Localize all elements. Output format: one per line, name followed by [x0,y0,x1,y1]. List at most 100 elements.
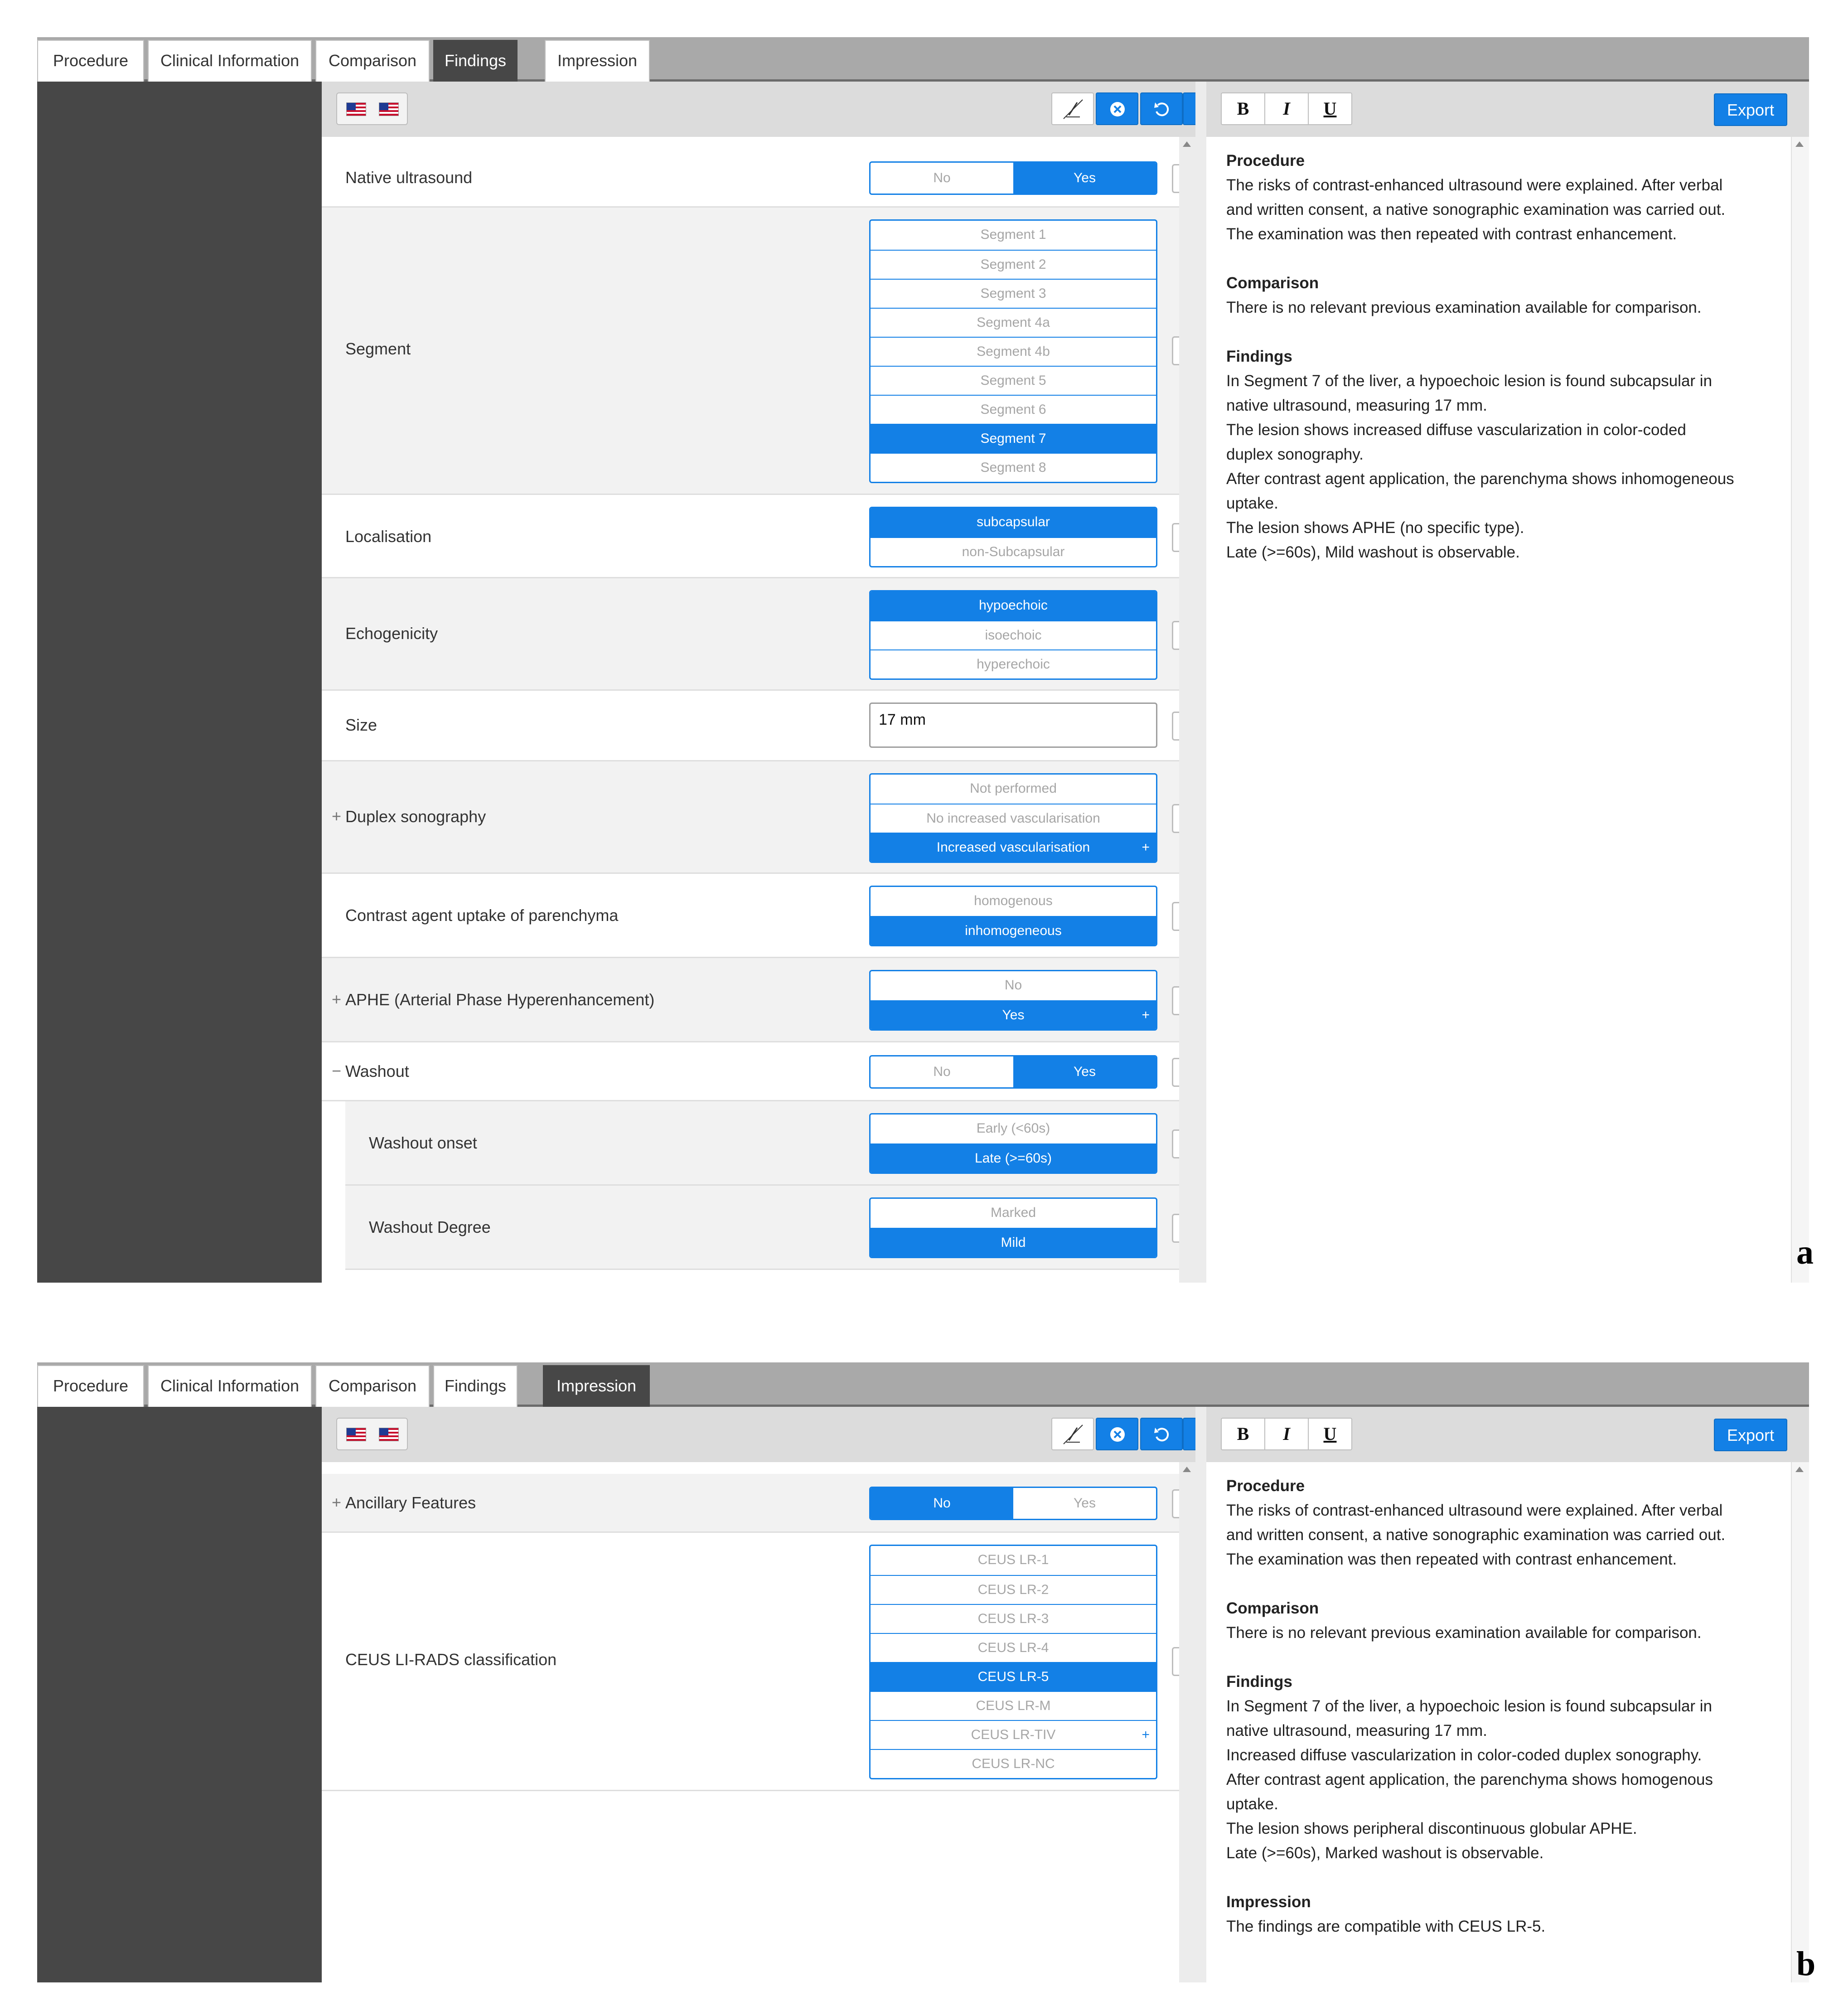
tab-findings[interactable]: Findings [433,40,518,82]
export-button[interactable]: Export [1714,93,1787,126]
us-flag-icon[interactable] [346,102,366,116]
option-isoechoic[interactable]: isoechoic [871,620,1156,649]
us-flag-icon[interactable] [379,1428,399,1441]
option-segment-4a[interactable]: Segment 4a [871,308,1156,337]
option-segment-3[interactable]: Segment 3 [871,279,1156,308]
bold-button[interactable]: B [1222,93,1264,124]
expand-toggle[interactable]: + [332,807,341,826]
scroll-up-icon[interactable] [1183,1467,1191,1472]
italic-button[interactable]: I [1264,1419,1308,1449]
localisation-options[interactable]: subcapsular non-Subcapsular [869,507,1157,567]
clear-button[interactable] [1096,1418,1138,1450]
echogenicity-options[interactable]: hypoechoic isoechoic hyperechoic [869,590,1157,680]
aphe-options[interactable]: No Yes + [869,970,1157,1031]
report-text[interactable]: Procedure The risks of contrast-enhanced … [1226,149,1775,589]
pane-divider[interactable] [1195,1407,1206,1982]
option-segment-5[interactable]: Segment 5 [871,366,1156,395]
option-lr-4[interactable]: CEUS LR-4 [871,1633,1156,1662]
underline-button[interactable]: U [1308,1419,1351,1449]
washout-onset-options[interactable]: Early (<60s) Late (>=60s) [869,1113,1157,1174]
scroll-up-icon[interactable] [1183,141,1191,147]
option-segment-4b[interactable]: Segment 4b [871,337,1156,366]
tab-comparison[interactable]: Comparison [315,1365,430,1407]
language-selector[interactable] [336,1418,408,1450]
option-yes[interactable]: Yes [1013,163,1156,194]
report-text-editor[interactable]: Procedure The risks of contrast-enhanced … [1206,137,1809,1283]
option-inhomogeneous[interactable]: inhomogeneous [871,916,1156,945]
option-segment-7[interactable]: Segment 7 [871,424,1156,453]
form-scrollbar[interactable] [1179,1462,1195,1982]
washout-toggle[interactable]: No Yes [869,1055,1157,1089]
option-lr-5[interactable]: CEUS LR-5 [871,1662,1156,1691]
option-no[interactable]: No [871,971,1156,1000]
tab-findings[interactable]: Findings [433,1365,518,1407]
option-marked[interactable]: Marked [871,1199,1156,1228]
option-lr-tiv[interactable]: CEUS LR-TIV + [871,1720,1156,1749]
size-input[interactable]: 17 mm [869,703,1157,748]
tab-clinical-information[interactable]: Clinical Information [148,40,312,82]
option-no[interactable]: No [871,163,1013,194]
washout-degree-options[interactable]: Marked Mild [869,1197,1157,1258]
expand-plus[interactable]: + [1142,833,1150,862]
option-subcapsular[interactable]: subcapsular [871,508,1156,537]
option-segment-8[interactable]: Segment 8 [871,453,1156,482]
option-segment-2[interactable]: Segment 2 [871,250,1156,279]
option-yes[interactable]: Yes [1013,1488,1156,1519]
duplex-options[interactable]: Not performed No increased vascularisati… [869,773,1157,863]
tab-impression[interactable]: Impression [545,40,650,82]
contrast-uptake-options[interactable]: homogenous inhomogeneous [869,886,1157,946]
expand-toggle[interactable]: + [332,1493,341,1512]
option-lr-2[interactable]: CEUS LR-2 [871,1575,1156,1604]
no-highlight-button[interactable] [1051,1418,1094,1450]
pane-divider[interactable] [1195,82,1206,1283]
option-late[interactable]: Late (>=60s) [871,1143,1156,1172]
option-increased-vascularisation[interactable]: Increased vascularisation + [871,833,1156,862]
option-early[interactable]: Early (<60s) [871,1114,1156,1143]
option-no-increased-vascularisation[interactable]: No increased vascularisation [871,804,1156,833]
report-text[interactable]: Procedure The risks of contrast-enhanced … [1226,1474,1775,1963]
segment-options[interactable]: Segment 1 Segment 2 Segment 3 Segment 4a… [869,219,1157,483]
expand-plus[interactable]: + [1142,1721,1150,1749]
option-yes[interactable]: Yes [1013,1056,1156,1087]
option-yes[interactable]: Yes + [871,1000,1156,1029]
option-lr-nc[interactable]: CEUS LR-NC [871,1749,1156,1778]
us-flag-icon[interactable] [379,102,399,116]
expand-toggle[interactable]: + [332,990,341,1009]
language-selector[interactable] [336,92,408,125]
undo-button[interactable] [1140,1418,1183,1450]
lirads-options[interactable]: CEUS LR-1 CEUS LR-2 CEUS LR-3 CEUS LR-4 … [869,1545,1157,1779]
option-lr-1[interactable]: CEUS LR-1 [871,1546,1156,1575]
editor-scrollbar[interactable] [1791,1462,1809,1982]
expand-plus[interactable]: + [1142,1001,1150,1029]
clear-button[interactable] [1096,92,1138,125]
bold-button[interactable]: B [1222,1419,1264,1449]
editor-scrollbar[interactable] [1791,137,1809,1283]
tab-clinical-information[interactable]: Clinical Information [148,1365,312,1407]
option-hypoechoic[interactable]: hypoechoic [871,591,1156,620]
scroll-up-icon[interactable] [1795,1467,1804,1472]
form-scrollbar[interactable] [1179,137,1195,1283]
ancillary-features-toggle[interactable]: No Yes [869,1487,1157,1520]
report-text-editor[interactable]: Procedure The risks of contrast-enhanced … [1206,1462,1809,1982]
option-no[interactable]: No [871,1056,1013,1087]
option-not-performed[interactable]: Not performed [871,775,1156,804]
option-non-subcapsular[interactable]: non-Subcapsular [871,537,1156,566]
underline-button[interactable]: U [1308,93,1351,124]
tab-procedure[interactable]: Procedure [37,1365,144,1407]
tab-comparison[interactable]: Comparison [315,40,430,82]
option-homogenous[interactable]: homogenous [871,887,1156,916]
option-hyperechoic[interactable]: hyperechoic [871,649,1156,678]
undo-button[interactable] [1140,92,1183,125]
option-no[interactable]: No [871,1488,1013,1519]
option-lr-m[interactable]: CEUS LR-M [871,1691,1156,1720]
option-segment-1[interactable]: Segment 1 [871,221,1156,250]
scroll-up-icon[interactable] [1795,141,1804,147]
tab-impression[interactable]: Impression [543,1365,650,1407]
us-flag-icon[interactable] [346,1428,366,1441]
no-highlight-button[interactable] [1051,92,1094,125]
option-mild[interactable]: Mild [871,1228,1156,1257]
export-button[interactable]: Export [1714,1419,1787,1451]
collapse-toggle[interactable]: − [332,1061,341,1080]
option-segment-6[interactable]: Segment 6 [871,395,1156,424]
tab-procedure[interactable]: Procedure [37,40,144,82]
